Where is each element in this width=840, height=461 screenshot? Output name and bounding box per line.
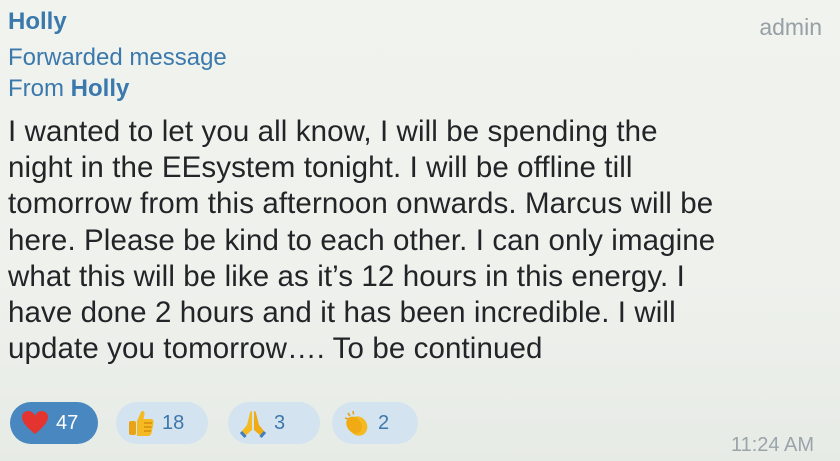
clapping-hands-icon	[342, 408, 372, 438]
reaction-count: 47	[56, 411, 79, 434]
message-timestamp: 11:24 AM	[730, 434, 814, 456]
admin-badge: admin	[759, 14, 822, 40]
message-bubble[interactable]: Holly admin Forwarded message From Holly…	[0, 0, 840, 461]
reaction-thumbs-up[interactable]: 18	[116, 402, 208, 444]
forwarded-from-name[interactable]: Holly	[71, 75, 130, 102]
reaction-count: 2	[378, 411, 390, 434]
reaction-count: 18	[162, 411, 185, 434]
forwarded-from-prefix: From	[8, 75, 64, 102]
reaction-clapping-hands[interactable]: 2	[332, 402, 418, 444]
message-line: I wanted to let you all know, I will be …	[8, 115, 658, 148]
praying-hands-icon	[238, 408, 268, 439]
message-line: night in the EEsystem tonight. I will be…	[8, 151, 633, 185]
message-line: what this will be like as it’s 12 hours …	[8, 259, 685, 293]
thumbs-up-icon	[126, 408, 156, 438]
reaction-count: 3	[274, 411, 286, 434]
sender-name[interactable]: Holly	[8, 8, 67, 36]
reaction-heart[interactable]: 47	[10, 402, 98, 444]
message-text: I wanted to let you all know, I will be …	[8, 114, 828, 367]
message-line: have done 2 hours and it has been incred…	[8, 296, 676, 330]
message-line: update you tomorrow…. To be continued	[8, 332, 543, 366]
message-line: here. Please be kind to each other. I ca…	[8, 223, 716, 257]
forwarded-from[interactable]: From Holly	[8, 75, 129, 103]
forwarded-label: Forwarded message	[8, 44, 227, 71]
message-line: tomorrow from this afternoon onwards. Ma…	[8, 187, 714, 221]
reaction-praying-hands[interactable]: 3	[228, 402, 320, 444]
heart-icon	[20, 408, 50, 438]
